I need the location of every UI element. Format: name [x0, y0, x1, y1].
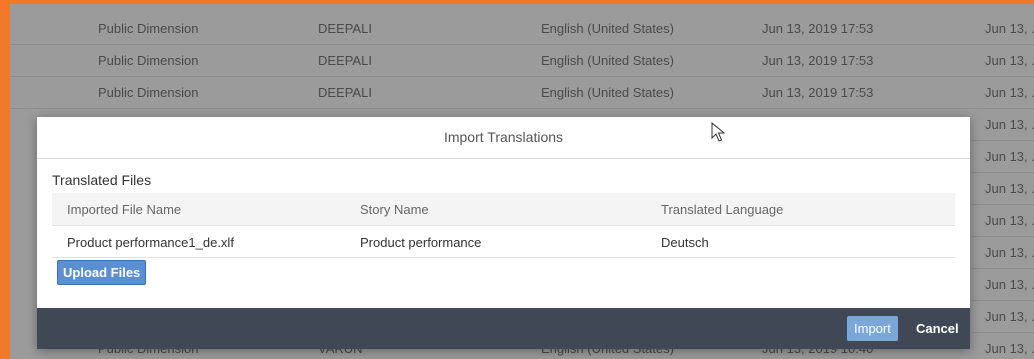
- table-cell: Jun 13, .: [972, 269, 1034, 301]
- row-owner: DEEPALI: [318, 53, 372, 68]
- row-modified: Jun 13, .: [985, 117, 1034, 132]
- row-owner: DEEPALI: [318, 85, 372, 100]
- row-modified: Jun 13, .: [985, 53, 1034, 68]
- cell-story-name: Product performance: [360, 235, 482, 250]
- table-cell: Jun 13, .: [972, 301, 1034, 333]
- mouse-pointer-icon: [711, 122, 725, 142]
- table-row: Public Dimension DEEPALI English (United…: [10, 13, 1034, 45]
- row-created: Jun 13, 2019 17:53: [762, 53, 874, 68]
- table-cell: Jun 13, .: [972, 109, 1034, 141]
- dialog-footer: Import Cancel: [37, 308, 970, 349]
- row-modified: Jun 13, .: [985, 85, 1034, 100]
- table-cell: Jun 13, .: [972, 141, 1034, 173]
- row-type: Public Dimension: [98, 21, 199, 36]
- column-header-story-name[interactable]: Story Name: [360, 202, 429, 217]
- row-modified: Jun 13, .: [985, 181, 1034, 196]
- table-cell: Jun 13, .: [972, 237, 1034, 269]
- cell-file-name: Product performance1_de.xlf: [67, 235, 234, 250]
- cell-language: Deutsch: [661, 235, 709, 250]
- translated-files-table: Imported File Name Story Name Translated…: [52, 193, 955, 258]
- row-modified: Jun 13, .: [985, 213, 1034, 228]
- row-type: Public Dimension: [98, 85, 199, 100]
- row-modified: Jun 13, .: [985, 309, 1034, 324]
- row-modified: Jun 13, .: [985, 277, 1034, 292]
- table-row: Public Dimension DEEPALI English (United…: [10, 45, 1034, 77]
- row-owner: DEEPALI: [318, 21, 372, 36]
- table-row: Public Dimension DEEPALI English (United…: [10, 77, 1034, 109]
- import-translations-dialog: Import Translations Translated Files Imp…: [37, 117, 970, 349]
- row-modified: Jun 13, .: [985, 149, 1034, 164]
- table-row[interactable]: Product performance1_de.xlf Product perf…: [52, 226, 955, 258]
- row-modified: Jun 13, .: [985, 245, 1034, 260]
- row-modified: Jun 13, .: [985, 341, 1034, 356]
- import-button[interactable]: Import: [847, 316, 898, 341]
- row-language: English (United States): [541, 53, 674, 68]
- cancel-button[interactable]: Cancel: [911, 316, 964, 341]
- row-language: English (United States): [541, 21, 674, 36]
- row-language: English (United States): [541, 85, 674, 100]
- table-header: Imported File Name Story Name Translated…: [52, 193, 955, 226]
- upload-files-button[interactable]: Upload Files: [57, 260, 147, 285]
- column-header-file-name[interactable]: Imported File Name: [67, 202, 181, 217]
- table-cell: Jun 13, .: [972, 173, 1034, 205]
- row-modified: Jun 13, .: [985, 21, 1034, 36]
- row-type: Public Dimension: [98, 53, 199, 68]
- column-header-language[interactable]: Translated Language: [661, 202, 783, 217]
- table-cell: Jun 13, .: [972, 205, 1034, 237]
- row-created: Jun 13, 2019 17:53: [762, 85, 874, 100]
- row-created: Jun 13, 2019 17:53: [762, 21, 874, 36]
- dialog-title: Import Translations: [37, 117, 970, 159]
- section-title: Translated Files: [52, 172, 152, 188]
